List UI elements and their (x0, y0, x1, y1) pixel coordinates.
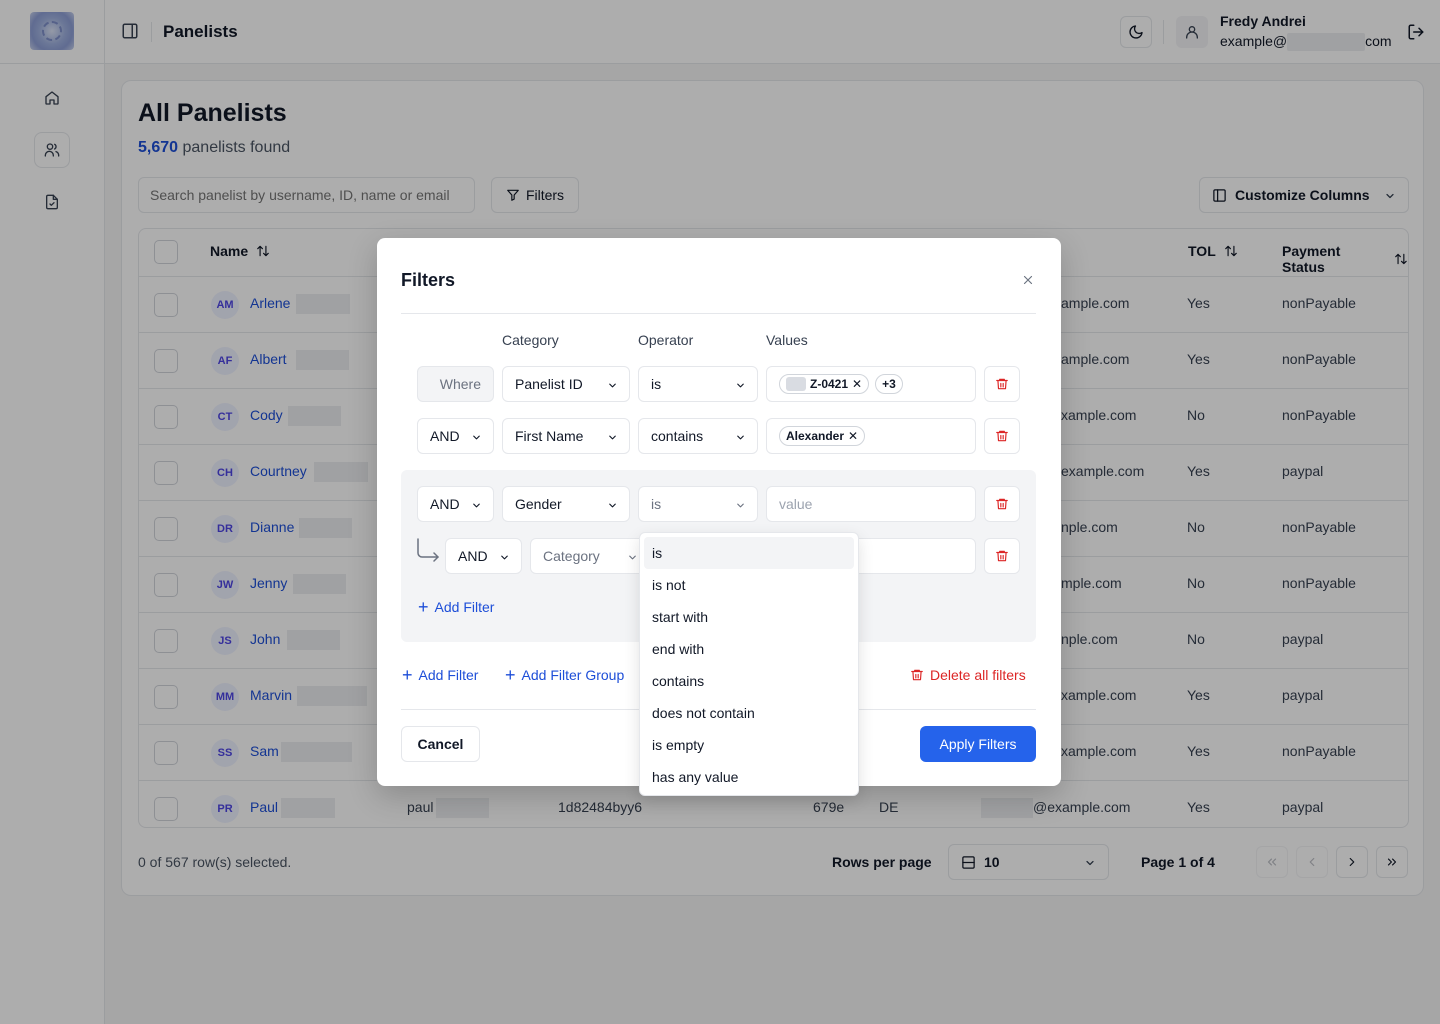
delete-all-filters-button[interactable]: Delete all filters (910, 667, 1026, 683)
plus-icon: + (402, 665, 413, 685)
operator-option[interactable]: start with (644, 601, 854, 633)
value-chip: Z-0421 ✕ (779, 374, 870, 394)
operator-select[interactable]: is (638, 366, 758, 402)
nested-branch-icon (415, 538, 441, 562)
values-input[interactable]: Z-0421 ✕ +3 (766, 366, 976, 402)
operator-option[interactable]: is not (644, 569, 854, 601)
operator-select[interactable]: is (638, 486, 758, 522)
chevron-down-icon (737, 435, 744, 440)
values-input[interactable]: Alexander ✕ (766, 418, 976, 454)
where-label: Where (417, 366, 494, 402)
apply-filters-button[interactable]: Apply Filters (920, 726, 1036, 762)
chevron-down-icon (737, 503, 744, 508)
operator-option[interactable]: has any value (644, 761, 854, 793)
operator-dropdown: is is not start with end with contains d… (639, 532, 859, 796)
column-category-label: Category (502, 332, 559, 348)
trash-icon[interactable] (984, 418, 1020, 454)
cancel-button[interactable]: Cancel (401, 726, 480, 762)
chip-remove-icon[interactable]: ✕ (848, 429, 858, 443)
dialog-title: Filters (401, 270, 456, 290)
add-filter-button[interactable]: + Add Filter (402, 665, 478, 685)
category-select[interactable]: First Name (502, 418, 630, 454)
operator-option[interactable]: end with (644, 633, 854, 665)
add-filter-group-button[interactable]: + Add Filter Group (505, 665, 624, 685)
trash-icon[interactable] (984, 486, 1020, 522)
chevron-down-icon (609, 435, 616, 440)
chevron-down-icon (473, 435, 480, 440)
add-filter-in-group-button[interactable]: + Add Filter (418, 597, 494, 617)
operator-option[interactable]: does not contain (644, 697, 854, 729)
chevron-down-icon (737, 383, 744, 388)
operator-select[interactable]: contains (638, 418, 758, 454)
chevron-down-icon (629, 555, 636, 560)
plus-icon: + (418, 597, 429, 617)
operator-option[interactable]: is (644, 537, 854, 569)
chevron-down-icon (473, 503, 480, 508)
chevron-down-icon (609, 383, 616, 388)
category-select[interactable]: Category (530, 538, 650, 574)
column-values-label: Values (766, 332, 808, 348)
operator-option[interactable]: is empty (644, 729, 854, 761)
conjunction-select[interactable]: AND (417, 486, 494, 522)
chip-remove-icon[interactable]: ✕ (852, 377, 862, 391)
trash-icon[interactable] (984, 366, 1020, 402)
conjunction-select[interactable]: AND (417, 418, 494, 454)
column-operator-label: Operator (638, 332, 694, 348)
conjunction-select[interactable]: AND (445, 538, 522, 574)
chevron-down-icon (501, 555, 508, 560)
operator-option[interactable]: contains (644, 665, 854, 697)
category-select[interactable]: Panelist ID (502, 366, 630, 402)
value-chip: Alexander ✕ (779, 426, 866, 446)
value-input[interactable]: value (766, 486, 976, 522)
trash-icon[interactable] (984, 538, 1020, 574)
close-icon[interactable] (1021, 273, 1035, 287)
divider (401, 313, 1036, 314)
plus-icon: + (505, 665, 516, 685)
chevron-down-icon (609, 503, 616, 508)
category-select[interactable]: Gender (502, 486, 630, 522)
more-values-badge[interactable]: +3 (875, 374, 903, 394)
trash-icon (911, 669, 923, 681)
